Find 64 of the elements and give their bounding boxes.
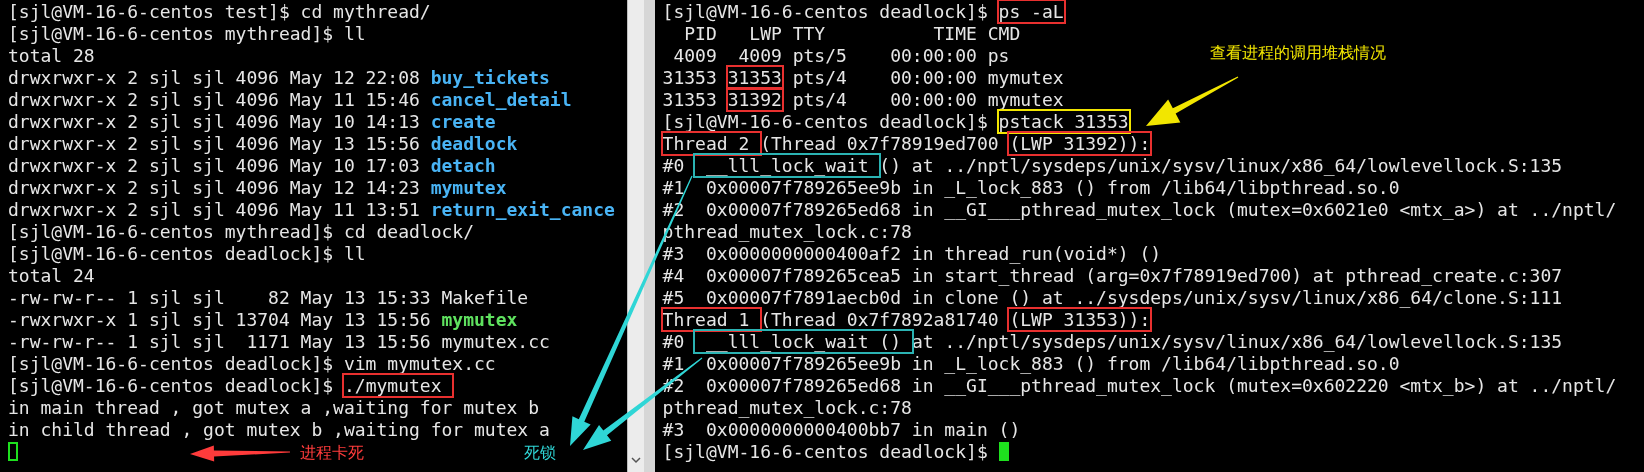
terminal-text: #1 0x00007f789265ee9b in _L_lock_883 () from /lib64/libpthread.so.0 <box>662 353 1400 374</box>
terminal-text: -rw-rw-r-- 1 sjl sjl 1171 May 13 15:56 mymutex.cc <box>8 331 550 352</box>
terminal-text: #0 <box>662 155 686 176</box>
terminal-text: (Thread 0x7f78919ed700 <box>760 133 1000 154</box>
terminal-text: drwxrwxr-x 2 sjl sjl 4096 May 12 22:08 <box>8 67 421 88</box>
terminal-text: #0 <box>662 331 686 352</box>
highlighted-text: Thread 2 <box>662 133 761 154</box>
highlighted-text: __lll_lock_wait <box>695 155 880 176</box>
terminal-text: cancel_detail <box>430 89 572 110</box>
terminal-text: buy_tickets <box>430 67 550 88</box>
highlighted-text: Thread 1 <box>662 309 761 330</box>
terminal-text: [sjl@VM-16-6-centos mythread]$ cd deadlock/ <box>8 221 474 242</box>
terminal-text: 31353 <box>662 67 718 88</box>
terminal-text: deadlock <box>430 133 518 154</box>
terminal-text: #3 0x0000000000400af2 in thread_run(void*) () <box>662 243 1162 264</box>
terminal-text: pthread_mutex_lock.c:78 <box>662 397 912 418</box>
terminal-text: PID LWP TTY TIME CMD <box>683 23 1021 44</box>
terminal-text: [sjl@VM-16-6-centos deadlock]$ <box>662 441 989 462</box>
highlighted-text: __lll_lock_wait () <box>695 331 912 352</box>
terminal-text: -rwxrwxr-x 1 sjl sjl 13704 May 13 15:56 <box>8 309 432 330</box>
highlighted-text: 31353 <box>727 67 782 88</box>
terminal-text: [sjl@VM-16-6-centos deadlock]$ <box>662 1 989 22</box>
terminal-text: drwxrwxr-x 2 sjl sjl 4096 May 10 14:13 <box>8 111 421 132</box>
terminal-text: [sjl@VM-16-6-centos deadlock]$ vim mymutex.cc <box>8 353 496 374</box>
terminal-text: drwxrwxr-x 2 sjl sjl 4096 May 12 14:23 <box>8 177 421 198</box>
terminal-text: #1 0x00007f789265ee9b in _L_lock_883 () from /lib64/libpthread.so.0 <box>662 177 1400 198</box>
terminal-text: #3 0x0000000000400bb7 in main () <box>662 419 1021 440</box>
annotation-label: 进程卡死 <box>300 443 364 464</box>
terminal-text: [sjl@VM-16-6-centos deadlock]$ <box>8 375 335 396</box>
terminal-text: total 24 <box>8 265 95 286</box>
terminal-text: mymutex <box>430 177 507 198</box>
terminal-text: 4009 4009 pts/5 00:00:00 ps <box>672 45 1010 66</box>
terminal-text: () at ../nptl/sysdeps/unix/sysv/linux/x86_64/lowlevellock.S:135 <box>879 155 1563 176</box>
terminal-text: drwxrwxr-x 2 sjl sjl 4096 May 11 13:51 <box>8 199 421 220</box>
annotation-label: 查看进程的调用堆栈情况 <box>1210 43 1386 64</box>
terminal-text: total 28 <box>8 45 95 66</box>
terminal-text: drwxrwxr-x 2 sjl sjl 4096 May 10 17:03 <box>8 155 421 176</box>
terminal-text: [sjl@VM-16-6-centos deadlock]$ ll <box>8 243 366 264</box>
terminal-text: 31353 <box>662 89 718 110</box>
terminal-text: drwxrwxr-x 2 sjl sjl 4096 May 13 15:56 <box>8 133 421 154</box>
highlighted-text: ps -aL <box>998 1 1064 22</box>
terminal-text: [sjl@VM-16-6-centos deadlock]$ <box>662 111 989 132</box>
terminal-text: detach <box>430 155 496 176</box>
highlighted-text: 31392 <box>727 89 782 110</box>
terminal-text: pts/4 00:00:00 mymutex <box>791 67 1064 88</box>
terminal-text: #5 0x00007f7891aecb0d in clone () at ../sysdeps/unix/sysv/linux/x86_64/clone.S:111 <box>662 287 1563 308</box>
terminal-text: -rw-rw-r-- 1 sjl sjl 82 May 13 15:33 Makefile <box>8 287 529 308</box>
terminal-text: drwxrwxr-x 2 sjl sjl 4096 May 11 15:46 <box>8 89 421 110</box>
terminal-text: in child thread , got mutex b ,waiting for mutex a <box>8 419 550 440</box>
terminal-text: pts/4 00:00:00 mymutex <box>791 89 1064 110</box>
highlighted-text: (LWP 31392)): <box>1009 133 1151 154</box>
terminal-text: create <box>430 111 496 132</box>
terminal-text: (Thread 0x7f7892a81740 <box>760 309 1000 330</box>
highlighted-text: pstack 31353 <box>998 111 1129 132</box>
highlighted-text: (LWP 31353)): <box>1009 309 1151 330</box>
terminal-text: mymutex <box>441 309 518 330</box>
terminal-text: at ../nptl/sysdeps/unix/sysv/linux/x86_64/lowlevellock.S:135 <box>911 331 1563 352</box>
terminal-text: [sjl@VM-16-6-centos test]$ cd mythread/ <box>8 1 431 22</box>
terminal-text: #4 0x00007f789265cea5 in start_thread (arg=0x7f78919ed700) at pthread_create.c:307 <box>662 265 1563 286</box>
annotation-label: 死锁 <box>524 443 556 464</box>
terminal-text: return_exit_cance <box>430 199 615 220</box>
terminal-text: [sjl@VM-16-6-centos mythread]$ ll <box>8 23 366 44</box>
highlighted-text: ./mymutex <box>343 375 453 396</box>
terminal-text: in main thread , got mutex a ,waiting for mutex b <box>8 397 539 418</box>
